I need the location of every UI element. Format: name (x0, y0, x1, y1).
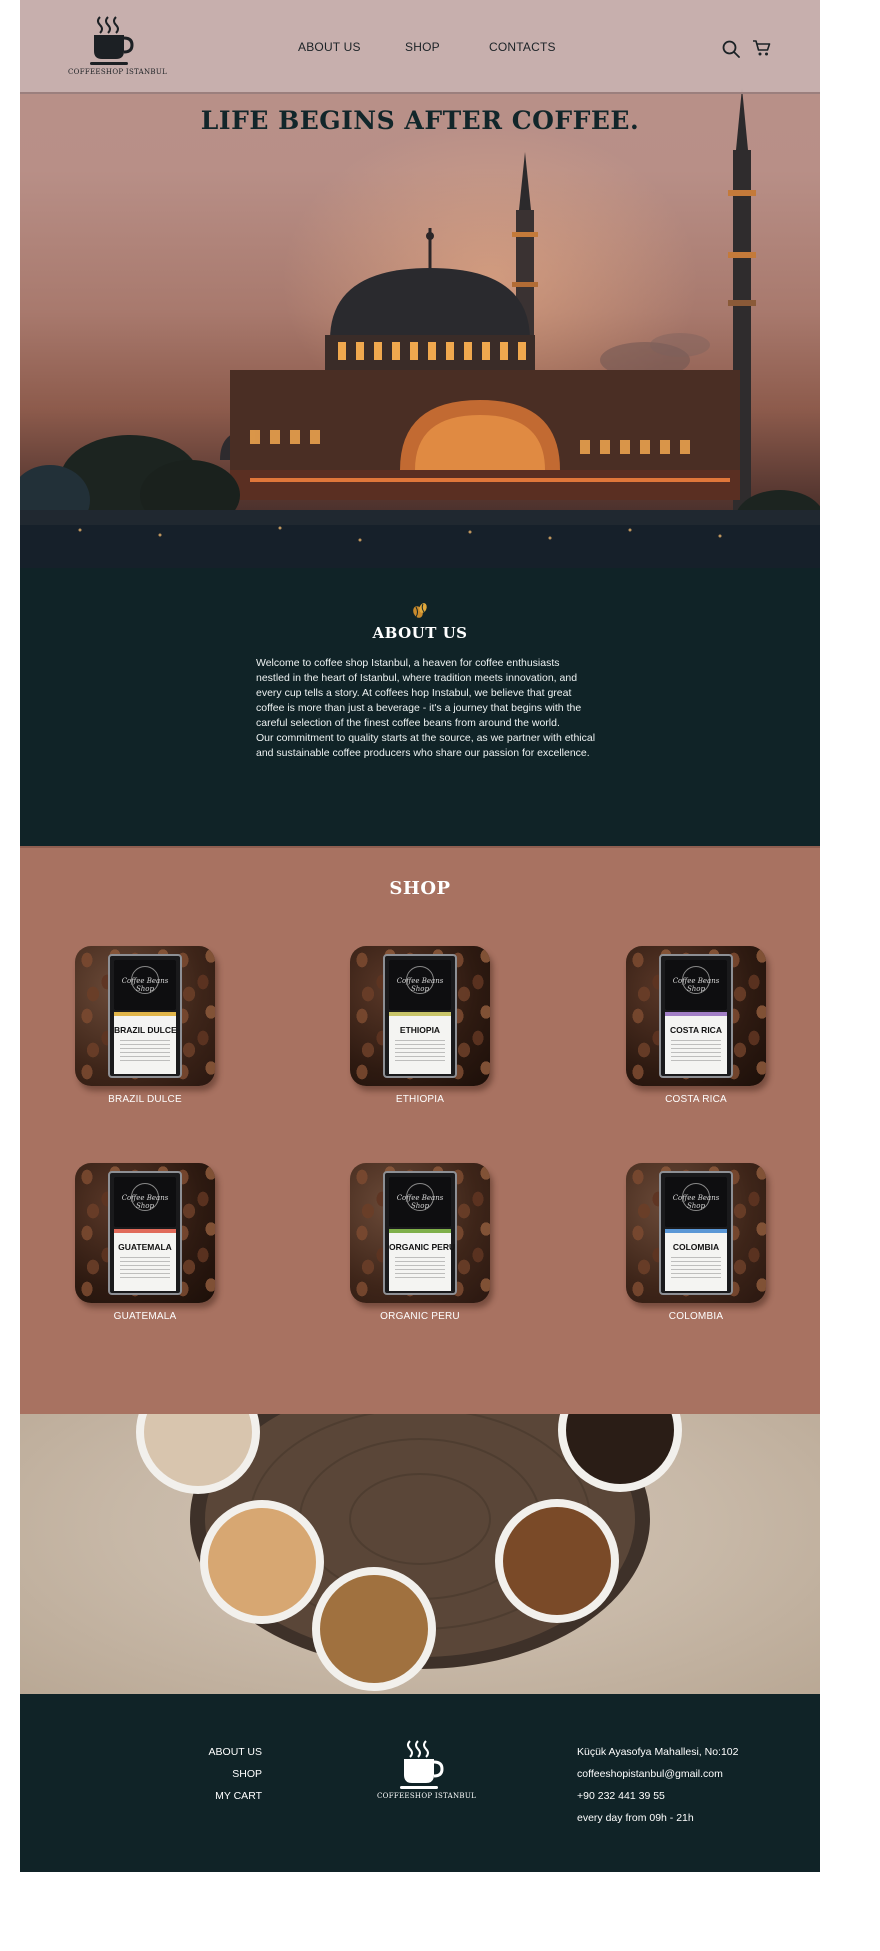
bag-brand: Coffee Beans Shop (396, 977, 444, 993)
footer-hours: every day from 09h - 21h (577, 1812, 694, 1824)
bag-description-lines (120, 1257, 170, 1279)
coffee-cup-logo-icon (400, 1740, 444, 1789)
bag-top: Coffee Beans Shop (665, 960, 727, 1010)
coffee-bag: Coffee Beans Shop BRAZIL DULCE (108, 954, 182, 1078)
bag-brand: Coffee Beans Shop (672, 1194, 720, 1210)
bag-description-lines (395, 1257, 445, 1279)
product-image[interactable]: Coffee Beans Shop BRAZIL DULCE (75, 946, 215, 1086)
bag-label: COSTA RICA (665, 1016, 727, 1074)
product-card-colombia[interactable]: Coffee Beans Shop COLOMBIA COLOMBIA (611, 1163, 781, 1322)
footer-phone: +90 232 441 39 55 (577, 1790, 665, 1802)
coffee-bag: Coffee Beans Shop ETHIOPIA (383, 954, 457, 1078)
navbar: COFFEESHOP ISTANBUL ABOUT US SHOP CONTAC… (20, 0, 820, 94)
coffee-bag: Coffee Beans Shop GUATEMALA (108, 1171, 182, 1295)
shop-title: SHOP (389, 878, 451, 899)
product-name[interactable]: BRAZIL DULCE (60, 1094, 230, 1105)
bag-brand: Coffee Beans Shop (121, 977, 169, 993)
about-paragraph-1: Welcome to coffee shop Istanbul, a heave… (256, 657, 582, 729)
footer-logo[interactable]: COFFEESHOP ISTANBUL (377, 1738, 477, 1802)
bag-brand: Coffee Beans Shop (672, 977, 720, 993)
product-name[interactable]: GUATEMALA (60, 1311, 230, 1322)
bag-label: ETHIOPIA (389, 1016, 451, 1074)
bag-label-text: ETHIOPIA (399, 1025, 441, 1035)
nav-link-contacts[interactable]: CONTACTS (489, 40, 556, 54)
bag-label-text: BRAZIL DULCE (114, 1025, 177, 1035)
about-text: Welcome to coffee shop Istanbul, a heave… (256, 656, 596, 761)
footer-address: Küçük Ayasofya Mahallesi, No:102 (577, 1746, 739, 1758)
footer-link-shop[interactable]: SHOP (232, 1768, 262, 1780)
hero-section: COFFEESHOP ISTANBUL ABOUT US SHOP CONTAC… (20, 0, 820, 568)
product-name[interactable]: COLOMBIA (611, 1311, 781, 1322)
bag-label-text: COSTA RICA (670, 1025, 722, 1035)
coffee-bag: Coffee Beans Shop COLOMBIA (659, 1171, 733, 1295)
bag-label: COLOMBIA (665, 1233, 727, 1291)
product-card-costa-rica[interactable]: Coffee Beans Shop COSTA RICA COSTA RICA (611, 946, 781, 1105)
product-card-guatemala[interactable]: Coffee Beans Shop GUATEMALA GUATEMALA (60, 1163, 230, 1322)
about-section: ABOUT US Welcome to coffee shop Istanbul… (20, 568, 820, 846)
bag-top: Coffee Beans Shop (389, 960, 451, 1010)
coffee-cup-logo-icon (90, 16, 134, 65)
product-image[interactable]: Coffee Beans Shop GUATEMALA (75, 1163, 215, 1303)
bag-label: BRAZIL DULCE (114, 1016, 177, 1074)
hero-title: LIFE BEGINS AFTER COFFEE. (200, 106, 640, 135)
footer-logo-text: COFFEESHOP ISTANBUL (377, 1792, 477, 1800)
coffee-beans-icon (413, 603, 427, 618)
bag-label-text: COLOMBIA (672, 1242, 720, 1252)
about-title: ABOUT US (372, 624, 468, 642)
bag-description-lines (120, 1040, 170, 1062)
logo-text: COFFEESHOP ISTANBUL (68, 68, 168, 76)
search-icon[interactable] (722, 40, 740, 58)
bag-description-lines (671, 1040, 721, 1062)
coffee-bag: Coffee Beans Shop COSTA RICA (659, 954, 733, 1078)
bag-label-text: ORGANIC PERU (389, 1242, 456, 1252)
bag-description-lines (671, 1257, 721, 1279)
product-card-organic-peru[interactable]: Coffee Beans Shop ORGANIC PERU ORGANIC P… (335, 1163, 505, 1322)
product-card-ethiopia[interactable]: Coffee Beans Shop ETHIOPIA ETHIOPIA (335, 946, 505, 1105)
shop-section: SHOP Coffee Beans Shop BRAZIL DULCE BRAZ… (20, 846, 820, 1414)
bag-label: ORGANIC PERU (389, 1233, 456, 1291)
product-name[interactable]: ORGANIC PERU (335, 1311, 505, 1322)
bag-top: Coffee Beans Shop (114, 1177, 176, 1227)
product-card-brazil-dulce[interactable]: Coffee Beans Shop BRAZIL DULCE BRAZIL DU… (60, 946, 230, 1105)
cart-icon[interactable] (752, 39, 771, 57)
page: COFFEESHOP ISTANBUL ABOUT US SHOP CONTAC… (20, 0, 820, 1872)
bag-brand: Coffee Beans Shop (396, 1194, 444, 1210)
bag-top: Coffee Beans Shop (389, 1177, 451, 1227)
product-name[interactable]: COSTA RICA (611, 1094, 781, 1105)
nav-link-about[interactable]: ABOUT US (298, 40, 361, 54)
bag-top: Coffee Beans Shop (114, 960, 176, 1010)
product-image[interactable]: Coffee Beans Shop COSTA RICA (626, 946, 766, 1086)
logo[interactable]: COFFEESHOP ISTANBUL (68, 14, 168, 76)
footer-link-about[interactable]: ABOUT US (209, 1746, 262, 1758)
bag-brand: Coffee Beans Shop (121, 1194, 169, 1210)
product-image[interactable]: Coffee Beans Shop ETHIOPIA (350, 946, 490, 1086)
coffee-bag: Coffee Beans Shop ORGANIC PERU (383, 1171, 457, 1295)
nav-link-shop[interactable]: SHOP (405, 40, 440, 54)
bag-label: GUATEMALA (114, 1233, 176, 1291)
product-name[interactable]: ETHIOPIA (335, 1094, 505, 1105)
coffee-cups-illustration (136, 1414, 682, 1691)
footer-link-my-cart[interactable]: MY CART (215, 1790, 262, 1802)
bag-description-lines (395, 1040, 445, 1062)
bag-label-text: GUATEMALA (118, 1242, 172, 1252)
footer: ABOUT US SHOP MY CART COFFEESHOP ISTANBU… (20, 1694, 820, 1872)
product-image[interactable]: Coffee Beans Shop COLOMBIA (626, 1163, 766, 1303)
about-paragraph-2: Our commitment to quality starts at the … (256, 732, 596, 759)
coffee-cups-photo (20, 1414, 820, 1694)
product-image[interactable]: Coffee Beans Shop ORGANIC PERU (350, 1163, 490, 1303)
footer-email[interactable]: coffeeshopistanbul@gmail.com (577, 1768, 723, 1780)
bag-top: Coffee Beans Shop (665, 1177, 727, 1227)
